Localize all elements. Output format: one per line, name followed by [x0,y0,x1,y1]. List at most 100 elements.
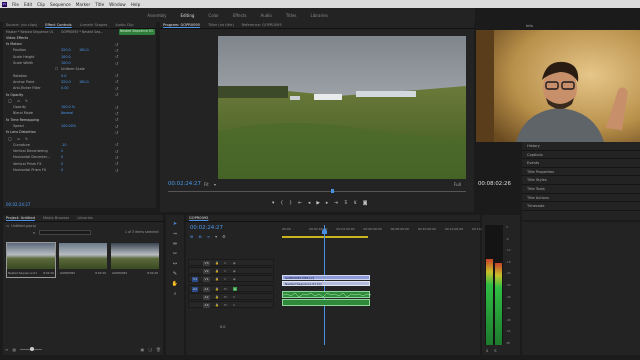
project-search-input[interactable] [39,230,91,235]
go-to-in-icon[interactable]: ⇤ [298,201,302,206]
reset-icon[interactable]: ↺ [115,161,118,166]
reset-icon[interactable]: ↺ [115,130,118,135]
menu-item-clip[interactable]: Clip [37,2,45,7]
lock-icon[interactable]: 🔒 [215,303,219,307]
timeline-ruler[interactable]: 00:00 00:02:00:00 00:04:00:00 00:06:00:00 00… [282,225,490,235]
track-target-label[interactable]: A1 [203,287,210,292]
lift-icon[interactable]: ⊼ [344,201,347,206]
extract-icon[interactable]: ⊻ [353,201,356,206]
source-patch-button[interactable]: A1 [192,287,198,292]
solo-icon[interactable]: S [233,295,235,299]
project-item-card[interactable]: GOPR0095 8:02:26 [59,243,107,277]
property-value[interactable]: Normal [61,111,73,115]
project-item-card[interactable]: Nested Sequence 01 8:02:26 [6,242,56,278]
menu-item-marker[interactable]: Marker [76,2,90,7]
workspace-tab-assembly[interactable]: Assembly [147,13,166,18]
solo-icon[interactable]: S [233,303,235,307]
property-value[interactable]: 0 [61,168,63,172]
project-item-card[interactable]: GOPR0095 8:02:26 [111,243,159,277]
clip-v1[interactable]: Nested Sequence 01 [V] [282,281,370,286]
property-value[interactable]: 100.0 [61,61,71,65]
hand-tool-icon[interactable]: ✋ [172,281,178,287]
ripple-edit-tool-icon[interactable]: ⇹ [173,241,177,247]
step-forward-icon[interactable]: ▸ [326,201,328,206]
reset-icon[interactable]: ↺ [115,42,118,47]
property-value[interactable]: -10 [61,143,67,147]
add-marker-icon[interactable]: ▾ [272,201,274,206]
reset-icon[interactable]: ↺ [115,92,118,97]
eye-icon[interactable]: ◉ [233,261,236,265]
clip-path[interactable]: GOPR0095 * Nested Seq... [61,30,103,34]
new-item-icon[interactable]: ❏ [148,347,152,352]
panel-tab-item[interactable]: Captions [522,151,640,160]
workspace-tab-color[interactable]: Color [208,13,218,18]
reset-icon[interactable]: ↺ [115,142,118,147]
icon-view-icon[interactable]: ▦ [12,347,16,352]
menu-item-file[interactable]: File [12,2,19,7]
track-header[interactable]: V1 V1 🔒 ⇋ ◉ [188,275,274,282]
solo-right-button[interactable]: S [494,349,496,353]
razor-tool-icon[interactable]: ✂ [173,251,177,257]
property-value[interactable]: 100.0 [61,55,71,59]
pen-tool-icon[interactable]: ✎ [173,271,177,277]
property-value[interactable]: 0.00 [61,86,69,90]
pen-mask-icon[interactable]: ✎ [25,137,28,141]
reset-icon[interactable]: ↺ [115,61,118,66]
lock-icon[interactable]: 🔒 [215,295,219,299]
lock-icon[interactable]: 🔒 [215,287,219,291]
track-select-tool-icon[interactable]: ⇒ [173,231,177,237]
rect-mask-icon[interactable]: ▭ [17,137,20,141]
tab-source[interactable]: Source: (no clips) [6,23,37,27]
solo-left-button[interactable]: S [486,349,488,353]
go-to-out-icon[interactable]: ⇥ [334,201,338,206]
reset-icon[interactable]: ↺ [115,73,118,78]
menu-item-help[interactable]: Help [131,2,141,7]
panel-tab-item[interactable]: Events [522,159,640,168]
panel-tab-item[interactable]: Timecode [522,202,640,211]
program-playhead[interactable] [331,189,334,193]
tab-effect-controls[interactable]: Effect Controls [45,23,71,27]
wrench-icon[interactable]: ⚙ [222,234,226,239]
tab-media-browser[interactable]: Media Browser [43,216,70,220]
program-video-frame[interactable] [218,36,466,179]
source-patch-button[interactable]: V1 [192,277,198,282]
reset-icon[interactable]: ↺ [115,168,118,173]
tab-reference[interactable]: Reference: GOPR0095 [242,23,282,27]
reset-icon[interactable]: ↺ [115,54,118,59]
solo-icon[interactable]: S [233,287,237,291]
resolution-dropdown[interactable]: Full [454,182,461,187]
nest-icon[interactable]: ⊞ [190,234,193,239]
mute-icon[interactable]: M [224,287,227,291]
mark-in-icon[interactable]: { [280,201,283,206]
tab-project[interactable]: Project: Untitled [6,216,35,220]
effect-property-row[interactable]: Horizontal Prism FX 0 ↺ [3,167,156,173]
source-timecode[interactable]: 00:02:24:27 [6,202,30,207]
zoom-slider-handle[interactable] [30,347,35,351]
ellipse-mask-icon[interactable]: ◯ [8,137,12,141]
track-header[interactable]: A2 🔒 M S [188,293,274,300]
list-view-icon[interactable]: ≡ [5,347,8,352]
mute-icon[interactable]: M [224,303,227,307]
sync-icon[interactable]: ⇋ [224,261,227,265]
reset-icon[interactable]: ↺ [115,111,118,116]
reset-icon[interactable]: ↺ [115,155,118,160]
property-value-2[interactable]: 180.0 [79,80,89,84]
reset-icon[interactable]: ↺ [115,117,118,122]
clip-a2[interactable] [282,299,370,306]
timeline-timecode[interactable]: 00:02:24:27 [190,225,223,231]
track-target-label[interactable]: A2 [203,295,210,300]
step-back-icon[interactable]: ◂ [308,201,310,206]
sync-icon[interactable]: ⇋ [224,277,227,281]
mute-icon[interactable]: M [224,295,227,299]
property-value[interactable]: 320.0 [61,80,71,84]
clip-v2[interactable]: GOPR0095.MP4 [V] [282,275,370,280]
workspace-tab-titles[interactable]: Titles [286,13,297,18]
tab-audio-clip-mixer[interactable]: Audio Clip [115,23,133,27]
master-volume[interactable]: 0.0 [220,325,225,329]
workspace-tab-audio[interactable]: Audio [260,13,271,18]
track-header[interactable]: V3 🔒 ⇋ ◉ [188,259,274,266]
lock-icon[interactable]: 🔒 [215,277,219,281]
mark-out-icon[interactable]: } [289,201,292,206]
menu-item-sequence[interactable]: Sequence [50,2,71,7]
property-value[interactable]: 0 [61,149,63,153]
